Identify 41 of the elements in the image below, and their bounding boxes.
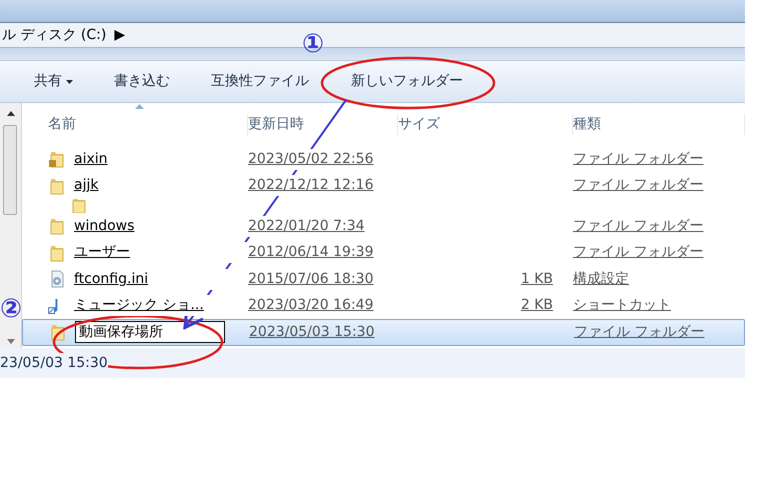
locked-folder-icon [48,150,66,168]
file-row[interactable]: ftconfig.ini 2015/07/06 18:30 1 KB 構成設定 [22,266,745,292]
step-number: ① [302,31,324,57]
music-shortcut-icon [48,298,60,314]
column-header[interactable]: サイズ [398,114,573,135]
column-header[interactable]: 種類 [573,114,745,135]
rename-field[interactable]: 動画保存場所 [75,321,225,344]
file-type: ファイル フォルダー [573,216,704,236]
folder-icon [70,199,88,213]
file-row[interactable]: ユーザー 2012/06/14 19:39 ファイル フォルダー [22,240,745,266]
scrollbar-thumb[interactable] [3,125,17,215]
file-type: ショートカット [573,296,672,316]
toolbar-button[interactable]: 互換性ファイル [211,71,351,92]
file-type: ファイル フォルダー [573,243,704,262]
file-row[interactable]: aixin 2023/05/02 22:56 ファイル フォルダー [22,146,745,172]
column-header[interactable]: 名前 [48,114,248,135]
file-type: ファイル フォルダー [573,150,704,169]
address-path: ル ディスク (C:) [2,26,106,44]
step-number: ② [0,296,22,322]
file-name[interactable]: ユーザー [74,242,248,264]
file-row[interactable]: ajjk 2022/12/12 12:16 ファイル フォルダー [22,172,745,199]
toolbar-button[interactable]: 新しいフォルダー [351,71,463,92]
file-type: ファイル フォルダー [573,176,704,196]
breadcrumb-arrow[interactable]: ▶ [114,24,126,46]
scroll-down-icon[interactable] [7,339,15,344]
file-date: 2023/05/03 15:30 [249,322,376,342]
toolbar-button[interactable]: 共有 [34,71,114,92]
folder-icon [48,244,66,262]
column-header[interactable]: 更新日時 [248,114,398,135]
folder-icon [48,217,66,236]
file-type: ファイル フォルダー [574,322,706,342]
folder-icon [48,176,66,195]
file-size: 2 KB [520,296,554,316]
file-size: 1 KB [520,270,554,289]
scroll-up-icon[interactable] [7,111,15,116]
file-row[interactable]: windows 2022/01/20 7:34 ファイル フォルダー [22,213,745,240]
selected-file-row[interactable]: 動画保存場所 2023/05/03 15:30 ファイル フォルダー [22,319,745,346]
toolbar-button[interactable]: 書き込む [114,71,211,92]
scrollbar[interactable] [0,103,22,348]
file-type: 構成設定 [573,270,630,289]
file-row[interactable]: ミュージック ショ... 2023/03/20 16:49 2 KB ショートカット [22,292,745,319]
